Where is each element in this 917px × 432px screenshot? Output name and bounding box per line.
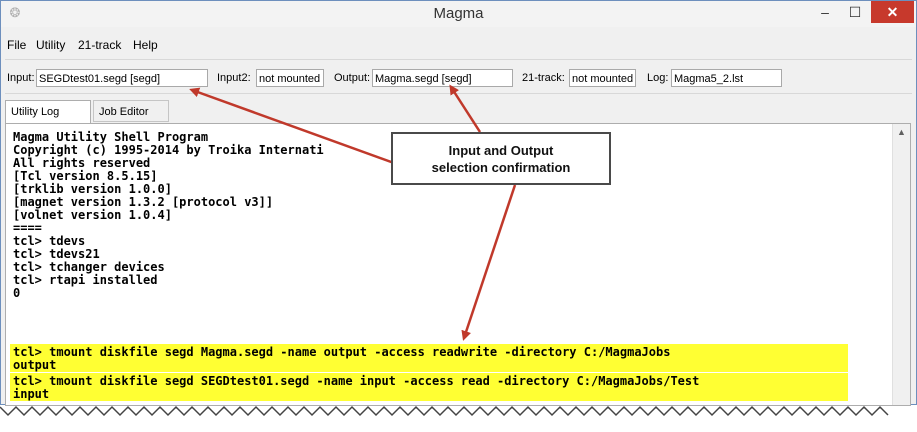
console-line: 0 <box>13 286 21 300</box>
menu-21-track[interactable]: 21-track <box>78 38 121 52</box>
21-track-field[interactable]: not mounted <box>569 69 636 87</box>
log-label: Log: <box>647 72 669 84</box>
magma-window: ❂ Magma – ☐ ✕ File Utility 21-track Help… <box>0 0 917 406</box>
callout-line-2: selection confirmation <box>431 160 571 175</box>
maximize-button[interactable]: ☐ <box>841 1 869 23</box>
log-field[interactable]: Magma5_2.lst <box>671 69 782 87</box>
status-divider <box>5 93 912 94</box>
menu-file[interactable]: File <box>7 38 26 52</box>
scroll-up-icon[interactable]: ▲ <box>896 127 907 138</box>
console-line: tcl> tmount diskfile segd SEGDtest01.seg… <box>13 374 700 388</box>
menu-help[interactable]: Help <box>133 38 158 52</box>
menu-utility[interactable]: Utility <box>36 38 65 52</box>
vertical-scrollbar[interactable]: ▲ <box>892 124 910 405</box>
input-label: Input: <box>7 72 35 84</box>
title-bar: ❂ Magma – ☐ ✕ <box>1 1 916 27</box>
input-field[interactable]: SEGDtest01.segd [segd] <box>36 69 208 87</box>
output-field[interactable]: Magma.segd [segd] <box>372 69 513 87</box>
console-line: tcl> rtapi installed <box>13 273 158 287</box>
output-label: Output: <box>334 72 371 84</box>
console-line: tcl> tmount diskfile segd Magma.segd -na… <box>13 345 671 359</box>
menu-divider <box>5 59 912 60</box>
annotation-callout: Input and Output selection confirmation <box>391 132 611 185</box>
tab-job-editor[interactable]: Job Editor <box>93 100 169 122</box>
close-button[interactable]: ✕ <box>871 1 914 23</box>
callout-line-1: Input and Output <box>448 143 554 158</box>
input2-label: Input2: <box>217 72 251 84</box>
minimize-button[interactable]: – <box>811 1 839 23</box>
torn-edge <box>0 405 889 417</box>
tab-utility-log[interactable]: Utility Log <box>5 100 91 124</box>
window-title: Magma <box>433 5 484 22</box>
21-track-label: 21-track: <box>522 72 565 84</box>
console-line: input <box>13 387 50 401</box>
console-line: output <box>13 358 57 372</box>
input2-field[interactable]: not mounted <box>256 69 324 87</box>
